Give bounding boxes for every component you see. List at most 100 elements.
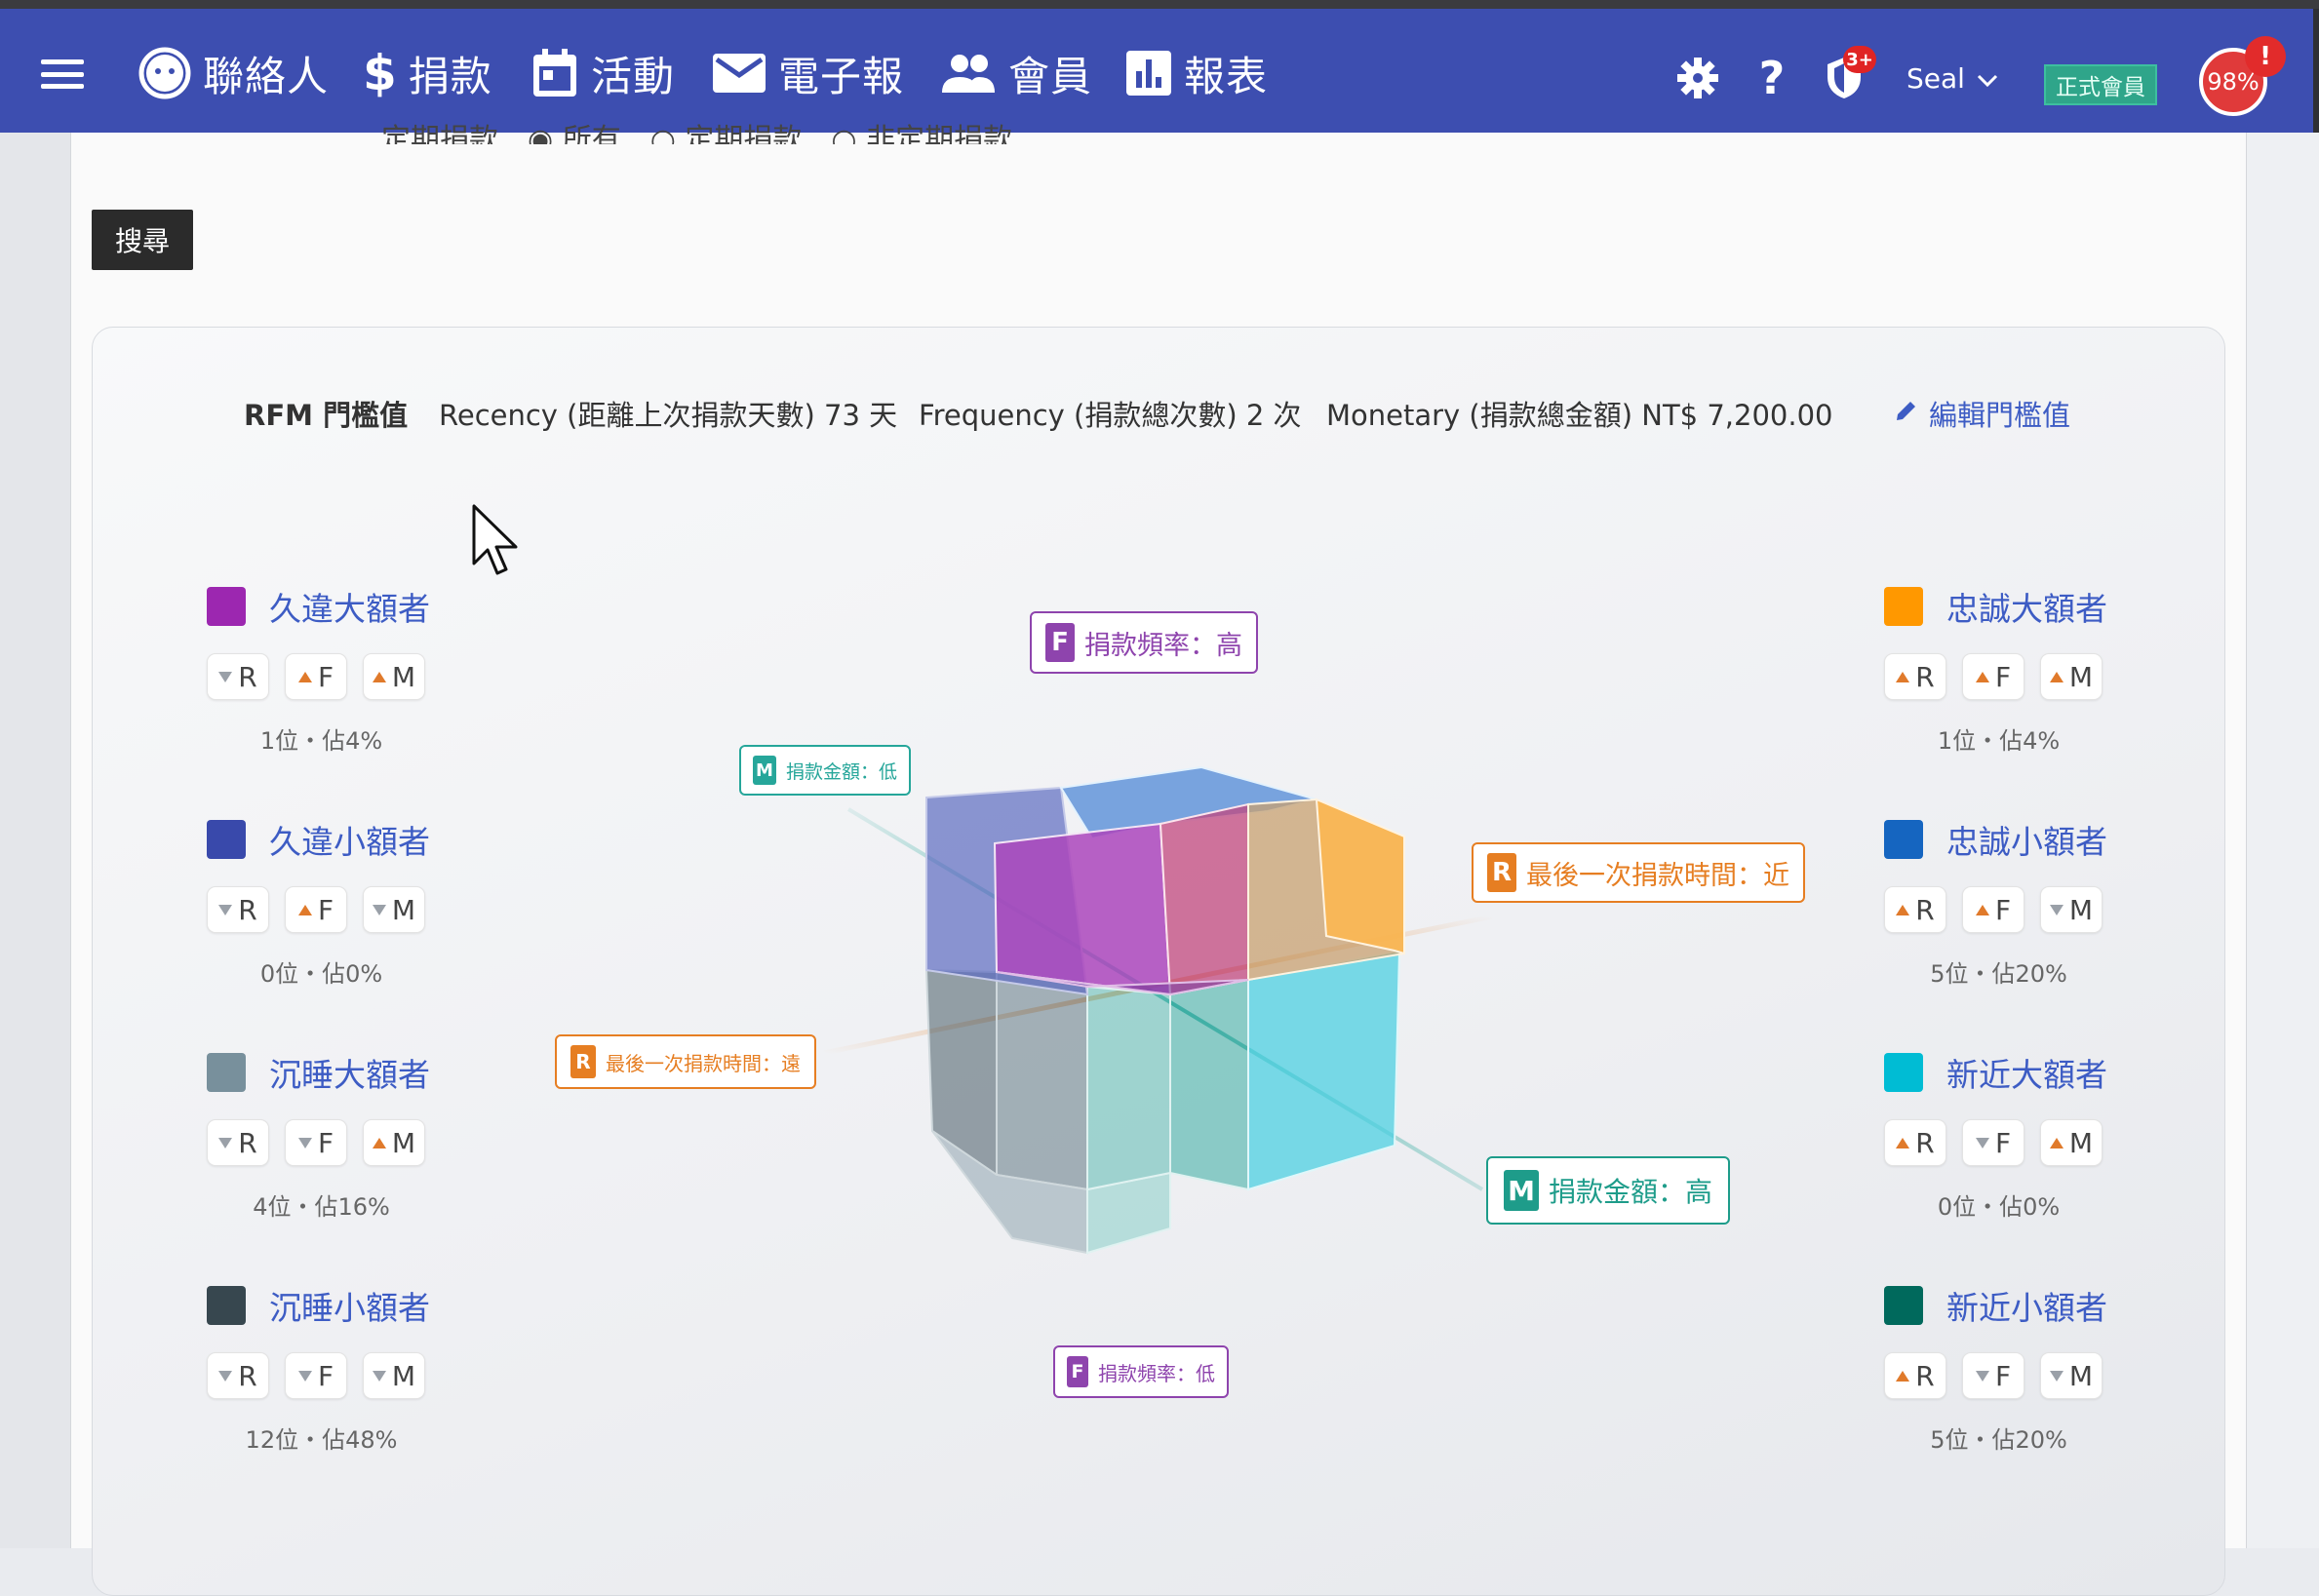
segment-name: 新近小額者 <box>1946 1289 2107 1327</box>
axis-label-monetary-low: M 捐款金額：低 <box>739 745 912 796</box>
rfm-chip-r: R <box>207 886 269 933</box>
rfm-chip-letter: M <box>2068 1359 2094 1392</box>
nav-reports-label: 報表 <box>1184 52 1269 100</box>
rfm-chip-letter: M <box>391 1359 416 1392</box>
segment-count-stat: 5位・佔20% <box>1930 960 2067 988</box>
mail-icon <box>712 52 766 95</box>
rfm-chip-r: R <box>207 1352 269 1399</box>
rfm-chip-letter: F <box>1994 1359 2012 1392</box>
rfm-chip-letter: F <box>1994 1126 2012 1159</box>
rfm-chip-letter: F <box>317 660 334 693</box>
chevron-down-icon <box>1977 62 1998 95</box>
settings-gear-icon[interactable] <box>1671 52 1724 104</box>
segment-cell-recent-small <box>1169 978 1249 1191</box>
triangle-down-icon <box>218 1137 233 1148</box>
rfm-chip-letter: F <box>1994 893 2012 926</box>
segment-color-swatch <box>207 587 246 626</box>
axis-label-recency-far: R 最後一次捐款時間：遠 <box>555 1034 816 1089</box>
nav-donations-label: 捐款 <box>408 52 492 100</box>
segment-link[interactable]: 久違大額者 <box>207 583 538 630</box>
nav-contacts[interactable]: 聯絡人 <box>138 44 329 102</box>
rfm-chip-m: M <box>2040 886 2103 933</box>
segment-link[interactable]: 新近小額者 <box>1884 1282 2216 1329</box>
segment-link[interactable]: 沉睡大額者 <box>207 1049 538 1096</box>
segment-link[interactable]: 忠誠小額者 <box>1884 816 2216 863</box>
rfm-chip-f: F <box>1962 886 2024 933</box>
rfm-chip-r: R <box>207 653 269 700</box>
segment-link[interactable]: 忠誠大額者 <box>1884 583 2216 630</box>
rfm-direction-chips: RFM <box>207 653 538 700</box>
rfm-chip-letter: M <box>391 660 416 693</box>
segment-count-stat: 1位・佔4% <box>259 727 383 755</box>
nav-reports[interactable]: 報表 <box>1125 44 1268 102</box>
bar-chart-icon <box>1125 50 1172 97</box>
rfm-direction-chips: RFM <box>207 886 538 933</box>
triangle-down-icon <box>218 671 233 682</box>
donation-type-filter-partial[interactable]: 定期捐款 ◉ 所有 ○ 定期捐款 ○ 非定期捐款 <box>381 115 1012 144</box>
segment-name: 忠誠小額者 <box>1946 823 2107 861</box>
rfm-direction-chips: RFM <box>207 1352 538 1399</box>
triangle-down-icon <box>372 904 386 915</box>
segment-link[interactable]: 久違小額者 <box>207 816 538 863</box>
edit-threshold-label: 編輯門檻值 <box>1929 399 2071 432</box>
axis-label-monetary-high: M 捐款金額：高 <box>1486 1156 1731 1225</box>
segment-color-swatch <box>207 1053 246 1092</box>
segment-color-swatch <box>1884 587 1923 626</box>
segment-color-swatch <box>1884 1286 1923 1325</box>
triangle-up-icon <box>1896 671 1910 682</box>
axis-label-frequency-low: F 捐款頻率：低 <box>1053 1345 1229 1398</box>
triangle-down-icon <box>218 904 233 915</box>
segment-cell-lapsed-large <box>993 822 1172 996</box>
triangle-down-icon <box>1975 1137 1989 1148</box>
rfm-chip-letter: F <box>317 893 334 926</box>
search-button[interactable]: 搜尋 <box>92 210 193 270</box>
rfm-chip-r: R <box>1884 1119 1946 1166</box>
segment-count-stat: 5位・佔20% <box>1930 1426 2067 1454</box>
segment-count-stat: 12位・佔48% <box>245 1426 398 1454</box>
segment-legend-item: 新近大額者 R F M 0位・佔0% <box>1884 1049 2216 1222</box>
rfm-chip-m: M <box>2040 653 2103 700</box>
rfm-chip-r: R <box>1884 653 1946 700</box>
triangle-up-icon <box>297 904 312 915</box>
notification-badge: 3+ <box>1843 46 1876 73</box>
segment-link[interactable]: 沉睡小額者 <box>207 1282 538 1329</box>
segment-name: 新近大額者 <box>1946 1056 2107 1094</box>
window-top-strip <box>0 0 2319 9</box>
rfm-threshold-title: RFM 門檻值 <box>244 399 409 432</box>
rfm-chip-f: F <box>285 886 347 933</box>
triangle-up-icon <box>297 671 312 682</box>
nav-members[interactable]: 會員 <box>940 44 1092 102</box>
hamburger-menu-icon[interactable] <box>41 59 84 89</box>
rfm-chip-f: F <box>1962 1119 2024 1166</box>
rfm-chip-m: M <box>363 1352 425 1399</box>
segment-count-stat: 1位・佔4% <box>1937 727 2061 755</box>
alert-icon[interactable]: ! <box>2245 36 2286 77</box>
nav-donations[interactable]: $ 捐款 <box>363 44 492 102</box>
rfm-chip-f: F <box>285 653 347 700</box>
rfm-chip-f: F <box>1962 1352 2024 1399</box>
triangle-up-icon <box>2049 671 2064 682</box>
segment-legend-item: 新近小額者 R F M 5位・佔20% <box>1884 1282 2216 1455</box>
segment-link[interactable]: 新近大額者 <box>1884 1049 2216 1096</box>
triangle-up-icon <box>1896 1137 1910 1148</box>
segment-color-swatch <box>207 1286 246 1325</box>
user-menu[interactable]: Seal <box>1906 62 1998 95</box>
rfm-recency: Recency (距離上次捐款天數) 73 天 <box>439 399 898 432</box>
nav-events-label: 活動 <box>591 52 676 100</box>
segment-name: 忠誠大額者 <box>1946 590 2107 628</box>
rfm-chip-letter: F <box>1994 660 2012 693</box>
rfm-chip-letter: M <box>2068 660 2094 693</box>
nav-events[interactable]: 活動 <box>531 44 675 102</box>
people-icon <box>940 52 997 95</box>
help-question-icon[interactable]: ? <box>1746 52 1798 104</box>
segment-name: 久違小額者 <box>269 823 430 861</box>
segment-legend-item: 忠誠小額者 R F M 5位・佔20% <box>1884 816 2216 989</box>
triangle-up-icon <box>372 1137 386 1148</box>
nav-newsletter[interactable]: 電子報 <box>712 44 904 102</box>
edit-threshold-link[interactable]: 編輯門檻值 <box>1894 393 2070 434</box>
segment-count-stat: 4位・佔16% <box>253 1193 390 1221</box>
rfm-chip-letter: F <box>317 1126 334 1159</box>
triangle-down-icon <box>372 1370 386 1382</box>
axis-label-recency-near: R 最後一次捐款時間：近 <box>1472 842 1805 903</box>
rfm-chip-letter: R <box>238 660 257 693</box>
